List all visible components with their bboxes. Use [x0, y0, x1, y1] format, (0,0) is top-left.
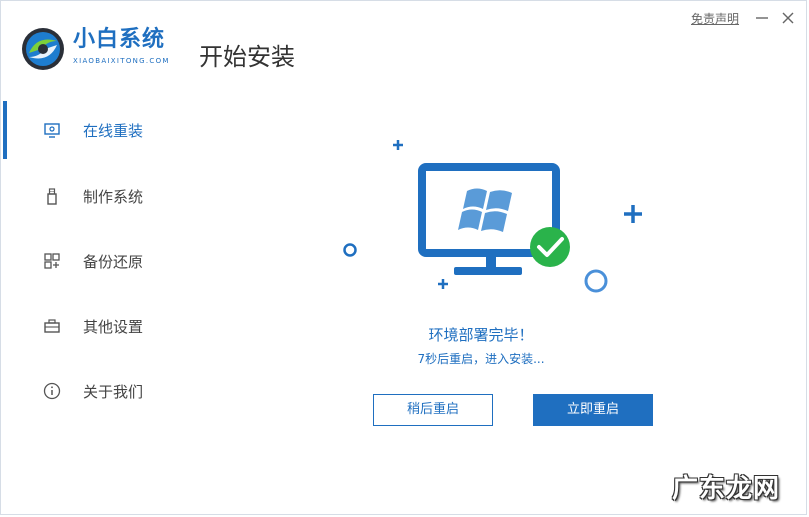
- install-illustration: [343, 140, 642, 293]
- active-indicator: [3, 101, 7, 159]
- minimize-icon[interactable]: [753, 9, 771, 27]
- grid-backup-icon: [44, 253, 60, 269]
- countdown-message: 7秒后重启，进入安装...: [417, 352, 545, 366]
- plus-decoration-icon: [393, 140, 642, 289]
- brand-domain: XIAOBAIXITONG.COM: [73, 57, 170, 65]
- restart-now-button[interactable]: 立即重启: [533, 394, 653, 426]
- briefcase-icon: [44, 319, 60, 333]
- watermark: 广东龙网: [672, 474, 781, 504]
- sidebar-item-make-system[interactable]: 制作系统: [1, 167, 201, 227]
- sidebar-item-online-reinstall[interactable]: 在线重装: [1, 101, 201, 161]
- sidebar: 在线重装 制作系统 备份还原 其他设置 关于我们: [1, 101, 201, 431]
- logo-icon: [22, 28, 64, 70]
- check-badge-icon: [530, 227, 570, 267]
- page-title: 开始安装: [199, 43, 295, 71]
- monitor-icon: [44, 123, 60, 138]
- sidebar-item-label: 制作系统: [83, 188, 144, 206]
- sidebar-item-label: 备份还原: [83, 253, 144, 271]
- close-icon[interactable]: [779, 9, 797, 27]
- status-message: 环境部署完毕！: [428, 326, 534, 344]
- brand-name: 小白系统: [73, 27, 166, 52]
- windows-logo-icon: [458, 188, 512, 232]
- circle-decoration-icon: [343, 243, 357, 257]
- info-icon: [43, 382, 61, 400]
- sidebar-item-about-us[interactable]: 关于我们: [1, 362, 201, 422]
- sidebar-item-backup-restore[interactable]: 备份还原: [1, 232, 201, 292]
- sidebar-item-label: 其他设置: [83, 318, 144, 336]
- sidebar-item-label: 关于我们: [83, 383, 144, 401]
- sidebar-item-other-settings[interactable]: 其他设置: [1, 297, 201, 357]
- sidebar-item-label: 在线重装: [83, 122, 144, 140]
- installer-window: 小白系统 XIAOBAIXITONG.COM 开始安装 免责声明 在线重装 制作…: [0, 0, 807, 515]
- disclaimer-link[interactable]: 免责声明: [691, 11, 739, 27]
- restart-later-button[interactable]: 稍后重启: [373, 394, 493, 426]
- circle-decoration-icon: [584, 269, 608, 293]
- usb-drive-icon: [47, 188, 57, 205]
